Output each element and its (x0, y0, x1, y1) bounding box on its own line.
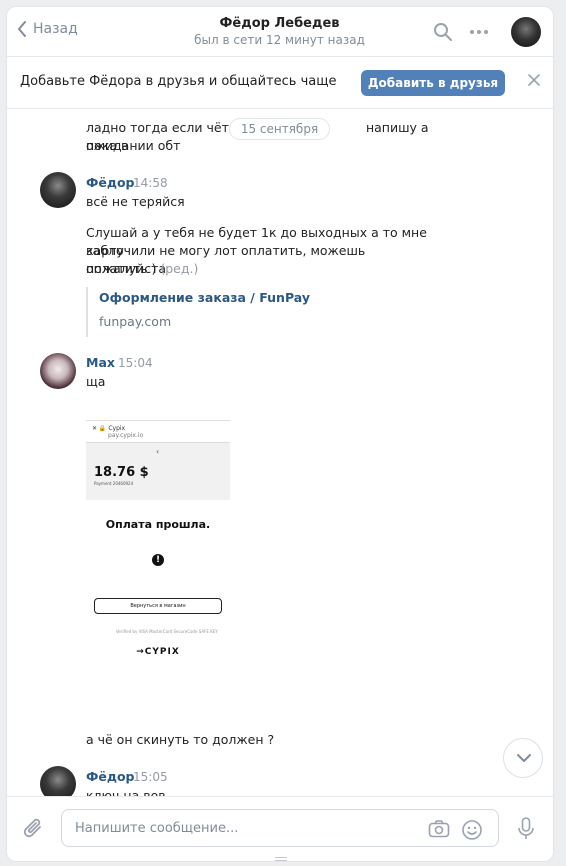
photo-amount: 18.76 $ (94, 465, 149, 480)
back-button[interactable]: Назад (17, 21, 78, 37)
friend-banner: Добавьте Фёдора в друзья и общайтесь чащ… (7, 57, 553, 109)
more-icon[interactable] (469, 29, 489, 35)
message-author[interactable]: Max (86, 355, 115, 370)
chat-title: Фёдор Лебедев (219, 16, 340, 31)
message-feed: ладно тогда если чёт бу напишу а пока в о… (7, 110, 553, 796)
message-time: 15:05 (133, 770, 168, 784)
edited-mark: (ред.) (160, 261, 199, 276)
message-text: ключ на вов (86, 788, 166, 796)
message-input-placeholder: Напишите сообщение... (75, 821, 239, 836)
chat-title-block[interactable]: Фёдор Лебедев был в сети 12 минут назад (157, 16, 402, 47)
photo-payment-id: Payment 20460924 (94, 481, 134, 486)
date-divider: 15 сентября (229, 118, 330, 140)
photo-brand: →CYPIX (136, 647, 180, 657)
scroll-down-button[interactable] (503, 738, 543, 778)
microphone-icon[interactable] (517, 817, 535, 841)
search-icon[interactable] (433, 22, 453, 42)
message-text: оплатить ) (ред.) (86, 260, 446, 278)
message-author[interactable]: Фёдор (86, 769, 135, 784)
camera-icon[interactable] (428, 819, 450, 839)
photo-brand-text: CYPIX (144, 647, 180, 657)
chat-avatar[interactable] (511, 17, 541, 47)
chevron-down-icon (517, 754, 531, 762)
avatar[interactable] (40, 353, 76, 389)
chat-header: Назад Фёдор Лебедев был в сети 12 минут … (7, 7, 553, 57)
close-icon[interactable] (527, 73, 541, 87)
message-input[interactable]: Напишите сообщение... (61, 809, 499, 847)
message-time: 14:58 (133, 176, 168, 190)
message-text-part: оплатить ) (86, 261, 157, 276)
photo-attachment[interactable]: ✕ 🔒 Cypix pay.cypix.io ‹ 18.76 $ Payment… (86, 411, 230, 711)
warning-icon: ! (152, 554, 164, 566)
avatar[interactable] (40, 766, 76, 796)
link-title[interactable]: Оформление заказа / FunPay (99, 290, 406, 305)
smile-icon[interactable] (461, 819, 483, 841)
photo-merchant: Cypix (108, 425, 126, 432)
photo-statusbar (86, 411, 230, 421)
message-text: ща (86, 374, 106, 389)
chevron-left-icon (18, 21, 26, 37)
link-attachment[interactable]: Оформление заказа / FunPay funpay.com (86, 287, 406, 337)
photo-card-logos: Verified by VISA MasterCard SecureCode S… (116, 629, 218, 634)
photo-merchant-url: pay.cypix.io (108, 432, 144, 439)
resize-grip[interactable] (275, 857, 287, 861)
chat-window: Назад Фёдор Лебедев был в сети 12 минут … (6, 6, 554, 862)
photo-close-glyph: ✕ 🔒 (92, 425, 107, 432)
message-composer: Напишите сообщение... (7, 796, 553, 861)
banner-text: Добавьте Фёдора в друзья и общайтесь чащ… (20, 74, 337, 89)
chat-status: был в сети 12 минут назад (194, 33, 365, 47)
message-text: а чё он скинуть то должен ? (86, 732, 275, 747)
photo-chevron: ‹ (156, 447, 160, 456)
photo-status: Оплата прошла. (105, 518, 211, 531)
message-author[interactable]: Фёдор (86, 175, 135, 190)
avatar[interactable] (40, 172, 76, 208)
add-friend-button[interactable]: Добавить в друзья (361, 70, 505, 96)
link-domain: funpay.com (99, 314, 172, 329)
back-label: Назад (33, 21, 78, 37)
message-text: всё не теряйся (86, 194, 185, 209)
message-text-part: ладно тогда если чёт бу (86, 120, 248, 135)
photo-browser-bar: ✕ 🔒 Cypix pay.cypix.io (86, 421, 230, 443)
photo-return-button: Вернуться в магазин (94, 598, 222, 614)
paperclip-icon[interactable] (23, 817, 45, 841)
message-time: 15:04 (118, 356, 153, 370)
